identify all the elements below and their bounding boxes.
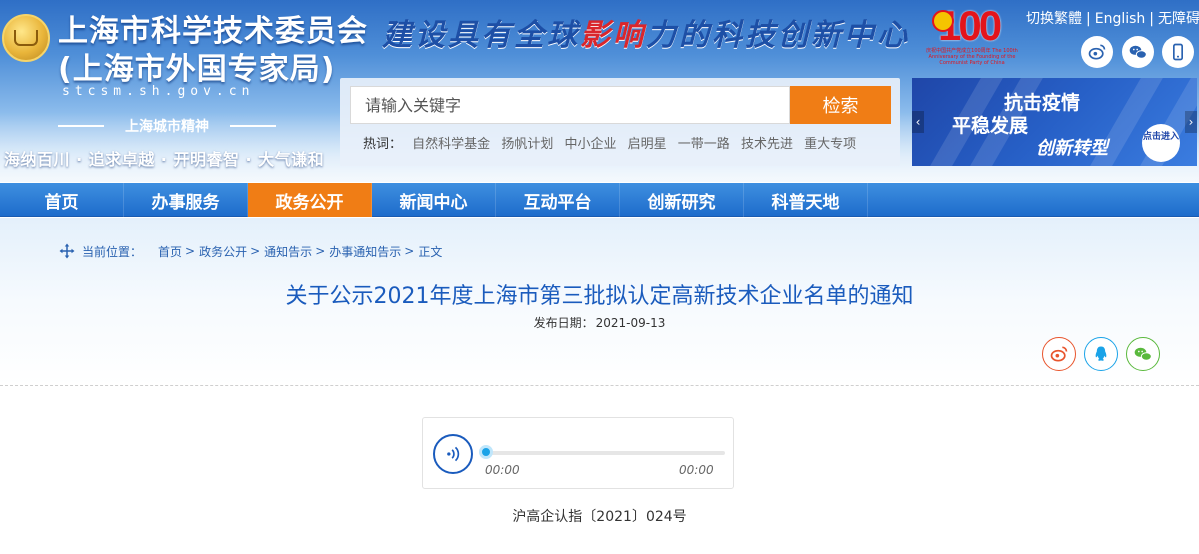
link-separator: |	[1149, 11, 1154, 27]
banner-enter-button[interactable]: 点击进入	[1142, 124, 1180, 162]
hot-terms-label: 热词：	[363, 137, 403, 152]
document-number: 沪高企认指〔2021〕024号	[512, 509, 687, 525]
audio-duration: 00:00	[679, 463, 714, 477]
party-emblem-icon	[932, 10, 954, 32]
hot-term-link[interactable]: 一带一路	[678, 137, 730, 152]
audio-progress-knob[interactable]	[479, 445, 493, 459]
site-domain: stcsm.sh.gov.cn	[62, 84, 255, 99]
hot-terms-row: 热词： 自然科学基金 扬帆计划 中小企业 启明星 一带一路 技术先进 重大专项	[363, 133, 863, 152]
hot-term-link[interactable]: 中小企业	[564, 137, 616, 152]
banner-line-3: 创新转型	[1036, 138, 1108, 159]
nav-item-innovation-research[interactable]: 创新研究	[620, 183, 744, 217]
search-input[interactable]	[350, 86, 790, 124]
audio-progress-track[interactable]	[485, 451, 725, 455]
breadcrumb: 当前位置： 首页 > 政务公开 > 通知告示 > 办事通知告示 > 正文	[58, 242, 442, 260]
audio-play-button[interactable]	[433, 434, 473, 474]
link-separator: |	[1086, 11, 1091, 27]
hot-term-link[interactable]: 扬帆计划	[501, 137, 553, 152]
search-panel: 检索 热词： 自然科学基金 扬帆计划 中小企业 启明星 一带一路 技术先进 重大…	[340, 78, 900, 166]
top-links: 切换繁體 | English | 无障碍	[1026, 8, 1199, 28]
link-accessibility[interactable]: 无障碍	[1158, 11, 1199, 27]
nav-item-science-popularization[interactable]: 科普天地	[744, 183, 868, 217]
nav-item-interaction[interactable]: 互动平台	[496, 183, 620, 217]
hot-term-link[interactable]: 自然科学基金	[412, 137, 490, 152]
slogan-part-a: 建设具有全球	[382, 18, 580, 53]
hot-term-link[interactable]: 技术先进	[741, 137, 793, 152]
header-extra-icon[interactable]	[1162, 36, 1194, 68]
banner-prev-arrow-icon[interactable]: ‹	[912, 111, 924, 133]
location-move-icon	[59, 243, 75, 259]
site-subtitle: (上海市外国专家局)	[58, 52, 336, 87]
publish-date-value: 2021-09-13	[595, 316, 666, 330]
content-divider	[0, 385, 1199, 386]
link-traditional-chinese[interactable]: 切换繁體	[1026, 11, 1082, 27]
breadcrumb-link[interactable]: 通知告示	[264, 243, 312, 260]
audio-current-time: 00:00	[485, 463, 520, 477]
anniversary-logo: 100 庆祝中国共产党成立100周年 The 100th Anniversary…	[926, 2, 1018, 66]
city-spirit-text: 海纳百川 · 追求卓越 · 开明睿智 · 大气谦和	[4, 150, 325, 169]
share-weibo-icon[interactable]	[1042, 337, 1076, 371]
hot-term-link[interactable]: 重大专项	[804, 137, 856, 152]
header-wechat-icon[interactable]	[1122, 36, 1154, 68]
breadcrumb-link[interactable]: 首页	[158, 243, 182, 260]
anniversary-caption: 庆祝中国共产党成立100周年 The 100th Anniversary of …	[926, 48, 1018, 66]
nav-item-services[interactable]: 办事服务	[124, 183, 248, 217]
nav-item-news[interactable]: 新闻中心	[372, 183, 496, 217]
header-slogan: 建设具有全球影响力的科技创新中心	[382, 10, 910, 54]
breadcrumb-link[interactable]: 办事通知告示	[329, 243, 401, 260]
publish-date-label: 发布日期：	[533, 316, 594, 330]
nav-item-government-affairs[interactable]: 政务公开	[248, 183, 372, 217]
breadcrumb-label: 当前位置：	[82, 244, 143, 259]
promo-banner[interactable]: ‹ › 抗击疫情 平稳发展 创新转型 点击进入	[912, 78, 1197, 166]
slogan-part-b: 力的科技创新中心	[646, 18, 910, 53]
search-button[interactable]: 检索	[790, 86, 891, 124]
banner-next-arrow-icon[interactable]: ›	[1185, 111, 1197, 133]
slogan-highlight: 影响	[580, 18, 646, 53]
emblem-logo-icon[interactable]	[2, 14, 50, 62]
audio-player: 00:00 00:00	[422, 417, 734, 489]
link-english[interactable]: English	[1095, 11, 1146, 27]
article-title: 关于公示2021年度上海市第三批拟认定高新技术企业名单的通知	[285, 284, 914, 309]
main-nav: 首页 办事服务 政务公开 新闻中心 互动平台 创新研究 科普天地	[0, 183, 1199, 217]
header-weibo-icon[interactable]	[1081, 36, 1113, 68]
nav-item-home[interactable]: 首页	[0, 183, 124, 217]
hot-term-link[interactable]: 启明星	[628, 137, 667, 152]
site-header: 上海市科学技术委员会 (上海市外国专家局) stcsm.sh.gov.cn 上海…	[0, 0, 1199, 182]
share-wechat-icon[interactable]	[1126, 337, 1160, 371]
breadcrumb-current: 正文	[418, 244, 443, 259]
city-spirit-label: 上海城市精神	[58, 116, 276, 136]
banner-line-2: 平稳发展	[952, 115, 1029, 137]
speaker-icon	[447, 446, 460, 462]
share-qq-icon[interactable]	[1084, 337, 1118, 371]
publish-date: 发布日期： 2021-09-13	[0, 314, 1199, 331]
breadcrumb-link[interactable]: 政务公开	[199, 243, 247, 260]
